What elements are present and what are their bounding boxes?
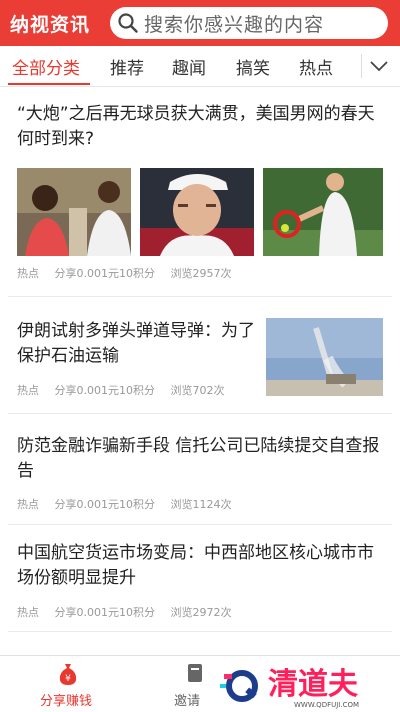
svg-text:清道夫: 清道夫 bbox=[268, 667, 359, 702]
tab-all-categories[interactable]: 全部分类 bbox=[12, 54, 80, 79]
article-meta: 热点 分享0.001元10积分 浏览702次 bbox=[17, 382, 237, 398]
article-reward: 分享0.001元10积分 bbox=[54, 384, 156, 397]
article-image bbox=[17, 168, 131, 256]
tab-funny[interactable]: 搞笑 bbox=[236, 54, 270, 79]
tab-divider bbox=[361, 54, 362, 78]
article-views: 浏览2957次 bbox=[170, 267, 232, 280]
article-meta: 热点 分享0.001元10积分 浏览2972次 bbox=[17, 604, 244, 620]
money-bag-icon: ¥ bbox=[59, 664, 77, 685]
svg-text:¥: ¥ bbox=[65, 674, 71, 684]
article-views: 浏览1124次 bbox=[170, 498, 232, 511]
article-title: 伊朗试射多弹头弹道导弹：为了保护石油运输 bbox=[17, 321, 255, 366]
article-title: 中国航空货运市场变局：中西部地区核心城市市场份额明显提升 bbox=[17, 543, 374, 588]
watermark-logo: 清道夫 WWW.QDFUJI.COM bbox=[220, 667, 359, 709]
article-image bbox=[263, 168, 383, 256]
tab-fun-news[interactable]: 趣闻 bbox=[172, 54, 206, 79]
active-tab-indicator bbox=[8, 83, 90, 85]
list-item[interactable]: 防范金融诈骗新手段 信托公司已陆续提交自查报告 热点 分享0.001元10积分 … bbox=[0, 413, 400, 525]
chevron-down-icon[interactable] bbox=[368, 55, 390, 77]
list-item[interactable]: 中国航空货运市场变局：中西部地区核心城市市场份额明显提升 热点 分享0.001元… bbox=[0, 524, 400, 634]
article-tag: 热点 bbox=[17, 267, 39, 280]
article-image bbox=[140, 168, 254, 256]
nav-label: 分享赚钱 bbox=[40, 694, 93, 709]
search-icon bbox=[118, 13, 138, 33]
category-tabs: 全部分类 推荐 趣闻 搞笑 热点 bbox=[0, 46, 400, 87]
article-tag: 热点 bbox=[17, 498, 39, 511]
article-reward: 分享0.001元10积分 bbox=[54, 498, 156, 511]
article-reward: 分享0.001元10积分 bbox=[54, 267, 156, 280]
article-meta: 热点 分享0.001元10积分 浏览1124次 bbox=[17, 496, 244, 512]
search-placeholder: 搜索你感兴趣的内容 bbox=[144, 13, 325, 36]
tab-hot[interactable]: 热点 bbox=[299, 54, 333, 79]
article-image bbox=[266, 318, 383, 396]
article-title: 防范金融诈骗新手段 信托公司已陆续提交自查报告 bbox=[17, 436, 380, 481]
article-tag: 热点 bbox=[17, 384, 39, 397]
top-app-bar: 纳视资讯 搜索你感兴趣的内容 bbox=[0, 0, 400, 46]
article-title: “大炮”之后再无球员获大满贯，美国男网的春天何时到来? bbox=[17, 104, 375, 149]
item-divider bbox=[8, 631, 392, 632]
app-title: 纳视资讯 bbox=[10, 13, 91, 36]
article-reward: 分享0.001元10积分 bbox=[54, 606, 156, 619]
list-item[interactable]: “大炮”之后再无球员获大满贯，美国男网的春天何时到来? 热点 分享0.001元1… bbox=[0, 87, 400, 297]
article-views: 浏览2972次 bbox=[170, 606, 232, 619]
article-meta: 热点 分享0.001元10积分 浏览2957次 bbox=[17, 265, 244, 281]
tab-recommend[interactable]: 推荐 bbox=[110, 54, 144, 79]
article-tag: 热点 bbox=[17, 606, 39, 619]
invite-icon bbox=[188, 664, 202, 682]
nav-label: 邀请 bbox=[174, 694, 201, 709]
article-views: 浏览702次 bbox=[170, 384, 225, 397]
list-item[interactable]: 伊朗试射多弹头弹道导弹：为了保护石油运输 热点 分享0.001元10积分 浏览7… bbox=[0, 297, 400, 414]
svg-text:WWW.QDFUJI.COM: WWW.QDFUJI.COM bbox=[294, 701, 359, 709]
search-box[interactable]: 搜索你感兴趣的内容 bbox=[110, 7, 388, 39]
